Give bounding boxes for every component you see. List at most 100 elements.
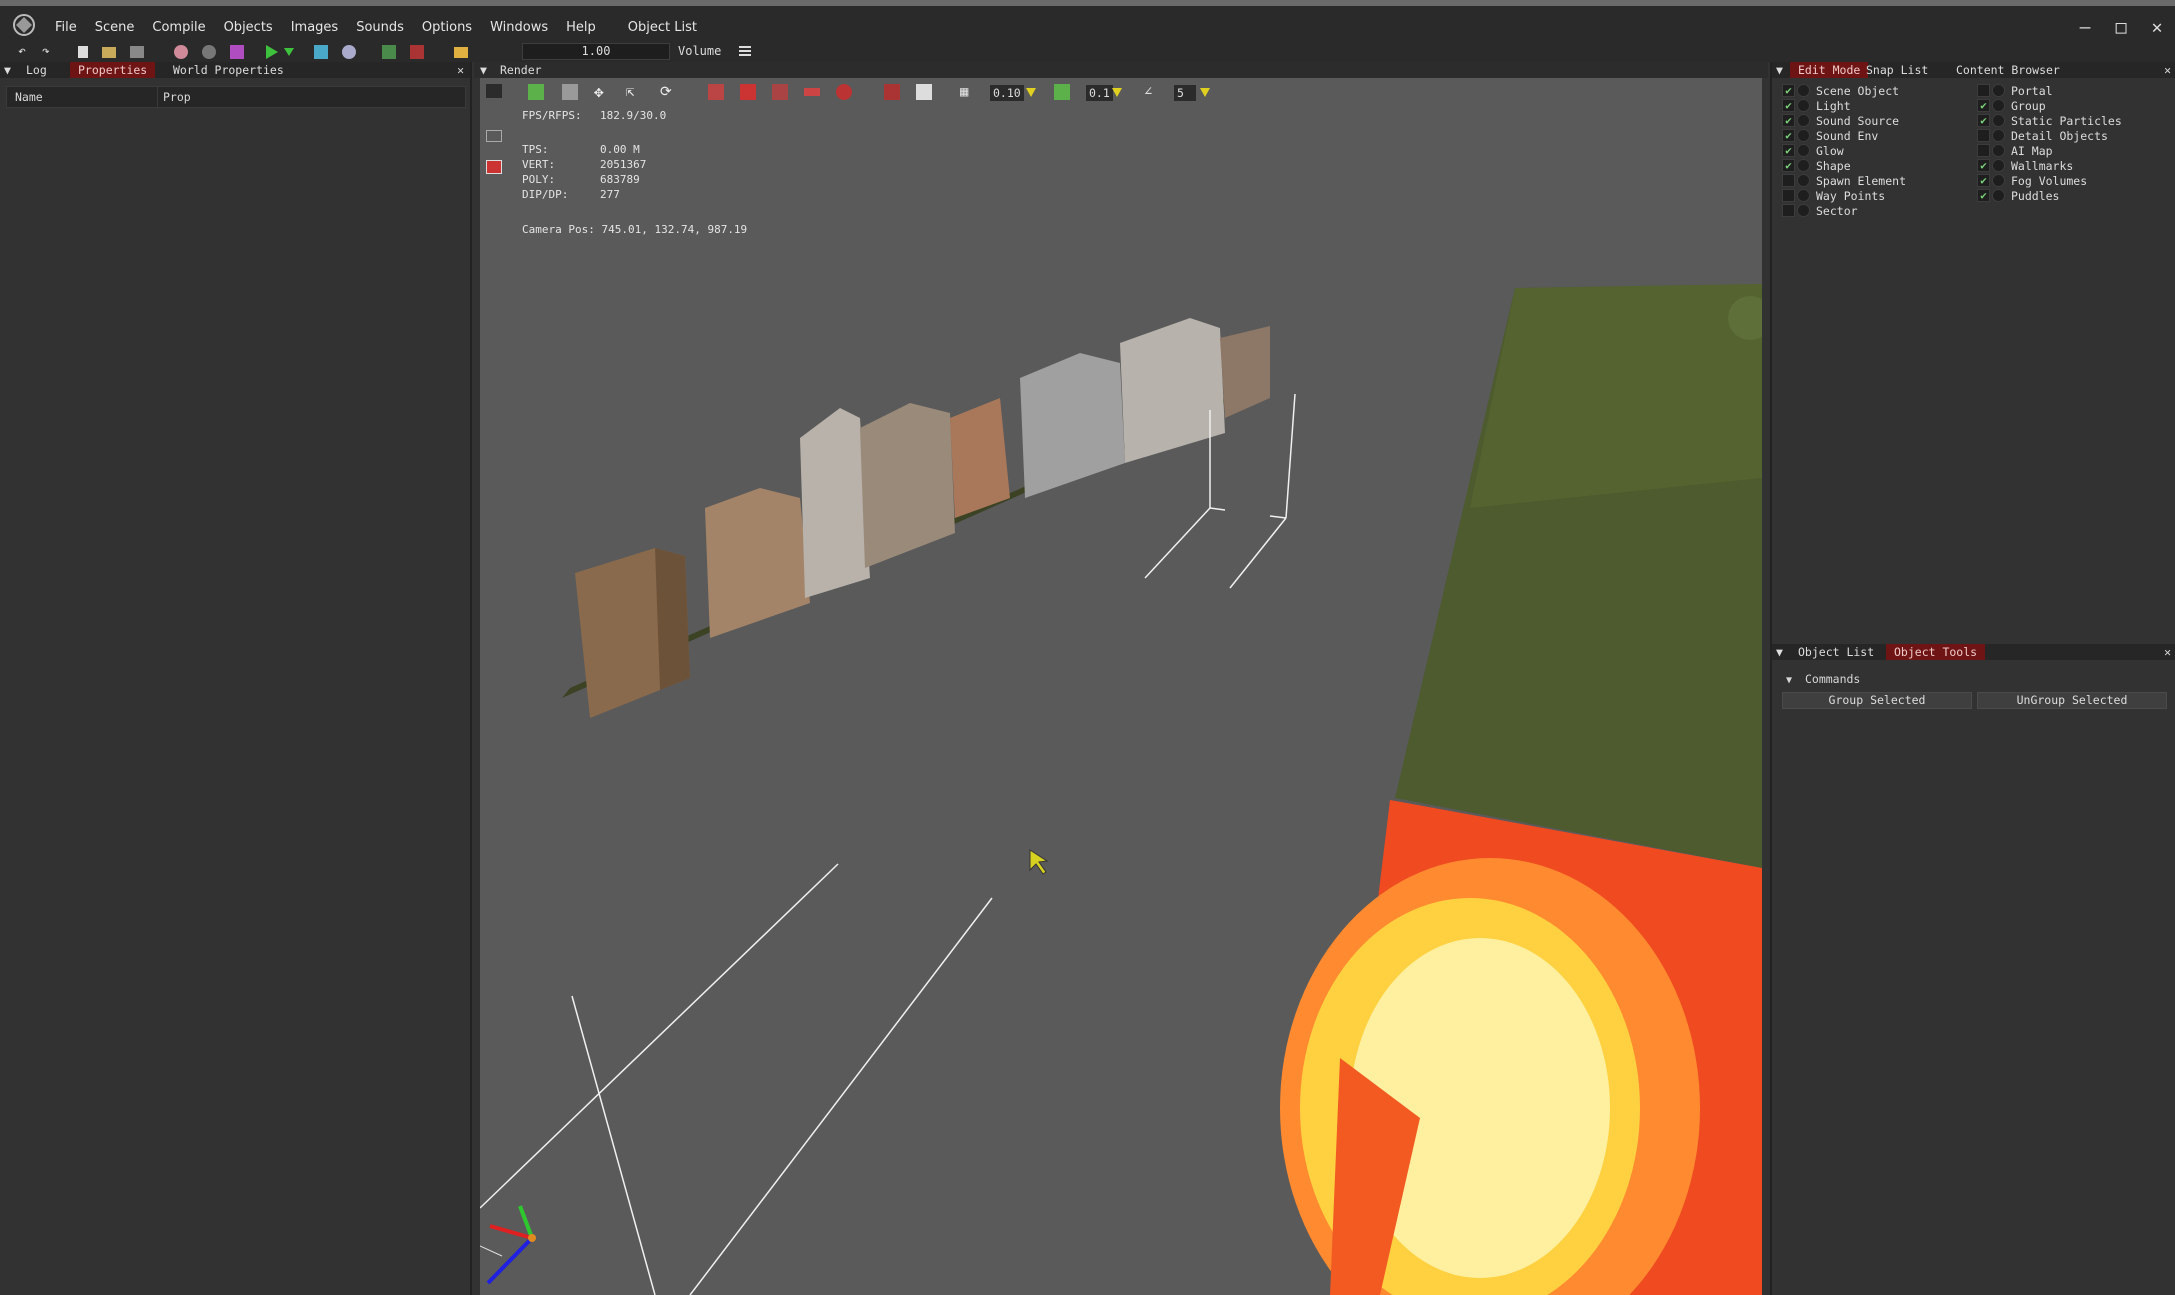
close-panel-icon[interactable]: ✕ (457, 62, 464, 78)
sliders-icon[interactable] (737, 43, 753, 59)
build-icon[interactable] (230, 45, 244, 59)
grid-dropdown-icon[interactable] (1026, 88, 1036, 97)
new-file-icon[interactable] (78, 46, 88, 58)
lower-close-icon[interactable]: ✕ (2164, 644, 2171, 660)
right-close-icon[interactable]: ✕ (2164, 62, 2171, 78)
menu-objects[interactable]: Objects (215, 16, 282, 40)
import-icon[interactable] (410, 45, 424, 59)
menu-scene[interactable]: Scene (86, 16, 144, 40)
lock-radio[interactable] (1992, 144, 2005, 157)
viewport-mode-icon[interactable] (486, 130, 502, 142)
viewport-camera-icon[interactable] (486, 160, 502, 174)
menu-windows[interactable]: Windows (481, 16, 557, 40)
export-icon[interactable] (382, 45, 396, 59)
tab-world-properties[interactable]: World Properties (165, 62, 292, 78)
particles-icon[interactable] (202, 45, 216, 59)
grid-size-value[interactable]: 0.10 (990, 85, 1024, 101)
visibility-checkbox[interactable] (1977, 129, 1990, 142)
lock-radio[interactable] (1797, 174, 1810, 187)
visibility-checkbox[interactable]: ✔ (1977, 159, 1990, 172)
visibility-checkbox[interactable]: ✔ (1782, 129, 1795, 142)
render-viewport[interactable] (480, 78, 1762, 1295)
menu-object-list[interactable]: Object List (619, 16, 706, 40)
ungroup-selected-button[interactable]: UnGroup Selected (1977, 692, 2167, 709)
layout-icon[interactable] (486, 84, 502, 98)
refresh-icon[interactable] (314, 45, 328, 59)
redo-icon[interactable]: ↷ (42, 45, 56, 59)
snap-face-icon[interactable] (916, 84, 932, 100)
visibility-checkbox[interactable]: ✔ (1782, 144, 1795, 157)
tab-snap-list[interactable]: Snap List (1858, 62, 1936, 78)
visibility-checkbox[interactable] (1977, 144, 1990, 157)
snap-size-value[interactable]: 0.1 (1086, 85, 1113, 101)
lock-radio[interactable] (1797, 84, 1810, 97)
menu-compile[interactable]: Compile (143, 16, 214, 40)
render-collapse-icon[interactable]: ▼ (480, 62, 487, 78)
menu-options[interactable]: Options (413, 16, 481, 40)
menu-sounds[interactable]: Sounds (347, 16, 413, 40)
snap-toggle-icon[interactable] (1054, 84, 1070, 100)
select-tool-icon[interactable] (528, 84, 544, 100)
rotate-tool-icon[interactable]: ⟳ (660, 84, 676, 100)
tab-content-browser[interactable]: Content Browser (1948, 62, 2068, 78)
visibility-checkbox[interactable]: ✔ (1977, 189, 1990, 202)
visibility-checkbox[interactable]: ✔ (1782, 159, 1795, 172)
visibility-checkbox[interactable]: ✔ (1977, 114, 1990, 127)
undo-icon[interactable]: ↶ (18, 45, 32, 59)
commands-expand-icon[interactable]: ▼ (1786, 675, 1792, 686)
tab-log[interactable]: Log (18, 62, 55, 78)
snap-grid-icon[interactable] (804, 88, 820, 96)
maximize-button[interactable]: □ (2103, 12, 2139, 42)
open-file-icon[interactable] (102, 46, 116, 58)
tab-properties[interactable]: Properties (70, 62, 156, 78)
visibility-checkbox[interactable]: ✔ (1977, 99, 1990, 112)
move-tool-icon[interactable]: ✥ (594, 84, 610, 100)
lock-radio[interactable] (1992, 84, 2005, 97)
menu-file[interactable]: File (46, 16, 86, 40)
tab-edit-mode[interactable]: Edit Mode (1790, 62, 1869, 78)
minimize-button[interactable]: – (2067, 12, 2103, 42)
snap-edge-icon[interactable] (836, 84, 852, 100)
lock-radio[interactable] (1992, 174, 2005, 187)
visibility-checkbox[interactable] (1782, 174, 1795, 187)
lock-radio[interactable] (1797, 114, 1810, 127)
scale-tool-icon[interactable]: ⇱ (626, 84, 642, 100)
lock-radio[interactable] (1992, 99, 2005, 112)
folder-icon[interactable] (454, 46, 468, 58)
commands-section[interactable]: ▼ Commands (1786, 672, 1860, 686)
lock-radio[interactable] (1992, 189, 2005, 202)
menu-help[interactable]: Help (557, 16, 605, 40)
tab-object-tools[interactable]: Object Tools (1886, 644, 1986, 660)
group-selected-button[interactable]: Group Selected (1782, 692, 1972, 709)
snap-dropdown-icon[interactable] (1112, 88, 1122, 97)
snap-vertex-icon[interactable] (740, 84, 756, 100)
angle-snap-value[interactable]: 5 (1174, 85, 1196, 101)
grid-toggle-icon[interactable]: ▦ (960, 84, 976, 100)
volume-input[interactable]: 1.00 (522, 43, 670, 60)
visibility-checkbox[interactable]: ✔ (1782, 99, 1795, 112)
angle-snap-icon[interactable]: ∠ (1144, 84, 1160, 100)
visibility-checkbox[interactable]: ✔ (1782, 114, 1795, 127)
snap-object-icon[interactable] (708, 84, 724, 100)
visibility-checkbox[interactable]: ✔ (1782, 84, 1795, 97)
lock-radio[interactable] (1797, 129, 1810, 142)
lock-radio[interactable] (1797, 144, 1810, 157)
lock-radio[interactable] (1992, 114, 2005, 127)
play-icon[interactable] (266, 45, 278, 59)
tab-object-list[interactable]: Object List (1790, 644, 1882, 660)
scene-canvas[interactable] (480, 78, 1762, 1295)
angle-dropdown-icon[interactable] (1200, 88, 1210, 97)
collapse-icon[interactable]: ▼ (4, 62, 11, 78)
brain-icon[interactable] (174, 45, 188, 59)
lock-radio[interactable] (1797, 204, 1810, 217)
close-button[interactable]: ✕ (2139, 12, 2175, 42)
lock-radio[interactable] (1797, 159, 1810, 172)
visibility-checkbox[interactable] (1782, 189, 1795, 202)
snap-surface-icon[interactable] (884, 84, 900, 100)
lock-radio[interactable] (1992, 129, 2005, 142)
visibility-checkbox[interactable]: ✔ (1977, 174, 1990, 187)
play-dropdown-icon[interactable] (284, 48, 294, 56)
lock-radio[interactable] (1992, 159, 2005, 172)
menu-images[interactable]: Images (282, 16, 348, 40)
right-collapse-icon[interactable]: ▼ (1776, 62, 1783, 78)
